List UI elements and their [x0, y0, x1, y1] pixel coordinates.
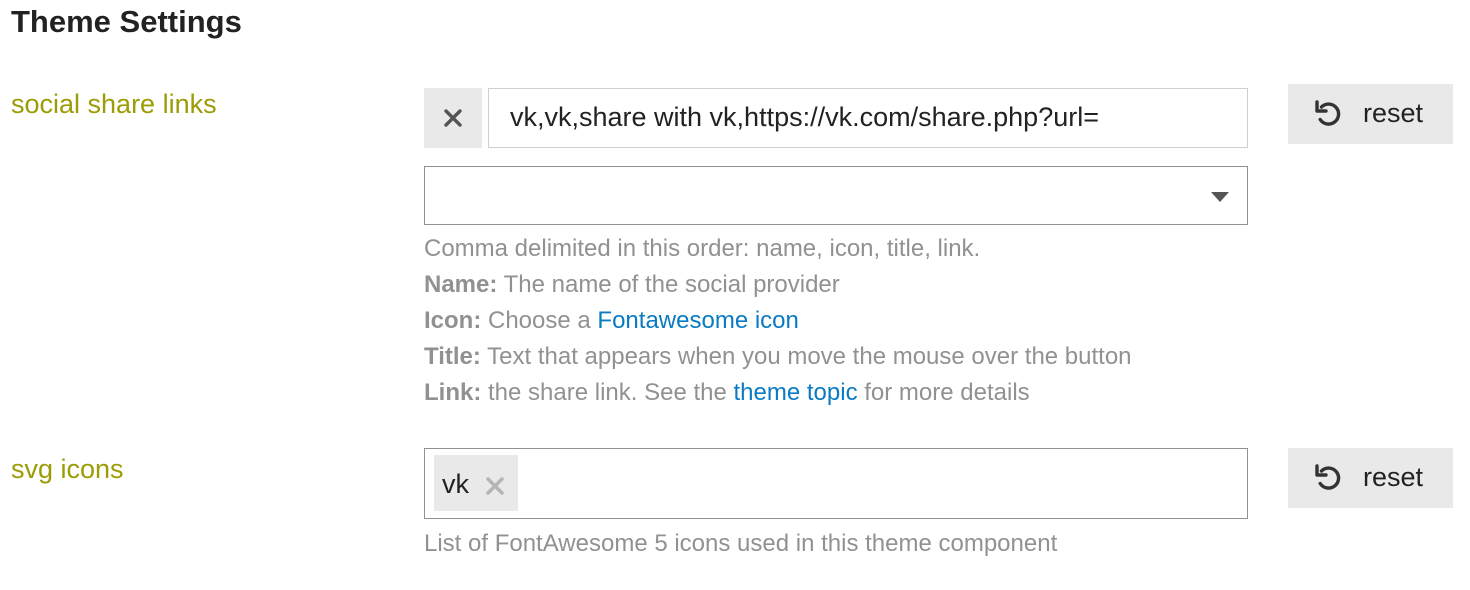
reset-label: reset	[1363, 98, 1424, 128]
caret-down-icon	[1211, 192, 1229, 202]
social-share-value-input[interactable]: vk,vk,share with vk,https://vk.com/share…	[488, 88, 1248, 148]
undo-icon	[1315, 464, 1341, 490]
svg-icons-list-input[interactable]: vk	[424, 448, 1248, 519]
help-title-key: Title:	[424, 343, 481, 370]
help-svg-icons: List of FontAwesome 5 icons used in this…	[424, 530, 1058, 557]
close-icon	[444, 109, 462, 127]
setting-label-social-share-links: social share links	[11, 89, 217, 119]
undo-icon	[1315, 100, 1341, 126]
social-share-dropdown[interactable]	[424, 166, 1248, 225]
clear-value-button[interactable]	[424, 88, 482, 148]
page-title: Theme Settings	[11, 4, 242, 39]
help-icon-line: Icon: Choose a Fontawesome icon	[424, 303, 799, 339]
reset-svg-icons-button[interactable]: reset	[1288, 448, 1453, 508]
help-title-text: Text that appears when you move the mous…	[487, 343, 1132, 370]
help-name-key: Name:	[424, 271, 498, 298]
help-icon-key: Icon:	[424, 307, 482, 334]
fontawesome-icon-link[interactable]: Fontawesome icon	[597, 307, 798, 334]
help-title-line: Title: Text that appears when you move t…	[424, 339, 1132, 375]
reset-social-share-button[interactable]: reset	[1288, 84, 1453, 144]
help-link-line: Link: the share link. See the theme topi…	[424, 375, 1030, 411]
help-link-key: Link:	[424, 379, 482, 406]
help-intro: Comma delimited in this order: name, ico…	[424, 235, 981, 262]
close-icon[interactable]	[485, 476, 505, 496]
setting-label-svg-icons: svg icons	[11, 454, 124, 484]
help-name-text: The name of the social provider	[503, 271, 840, 298]
list-item[interactable]: vk	[434, 455, 518, 511]
help-icon-text: Choose a	[488, 307, 591, 334]
help-link-text-after: for more details	[864, 379, 1030, 406]
help-name-line: Name: The name of the social provider	[424, 267, 840, 303]
theme-topic-link[interactable]: theme topic	[734, 379, 858, 406]
help-link-text-before: the share link. See the	[488, 379, 727, 406]
chip-label: vk	[442, 469, 469, 499]
social-share-value-text: vk,vk,share with vk,https://vk.com/share…	[510, 102, 1099, 132]
reset-label: reset	[1363, 462, 1424, 492]
